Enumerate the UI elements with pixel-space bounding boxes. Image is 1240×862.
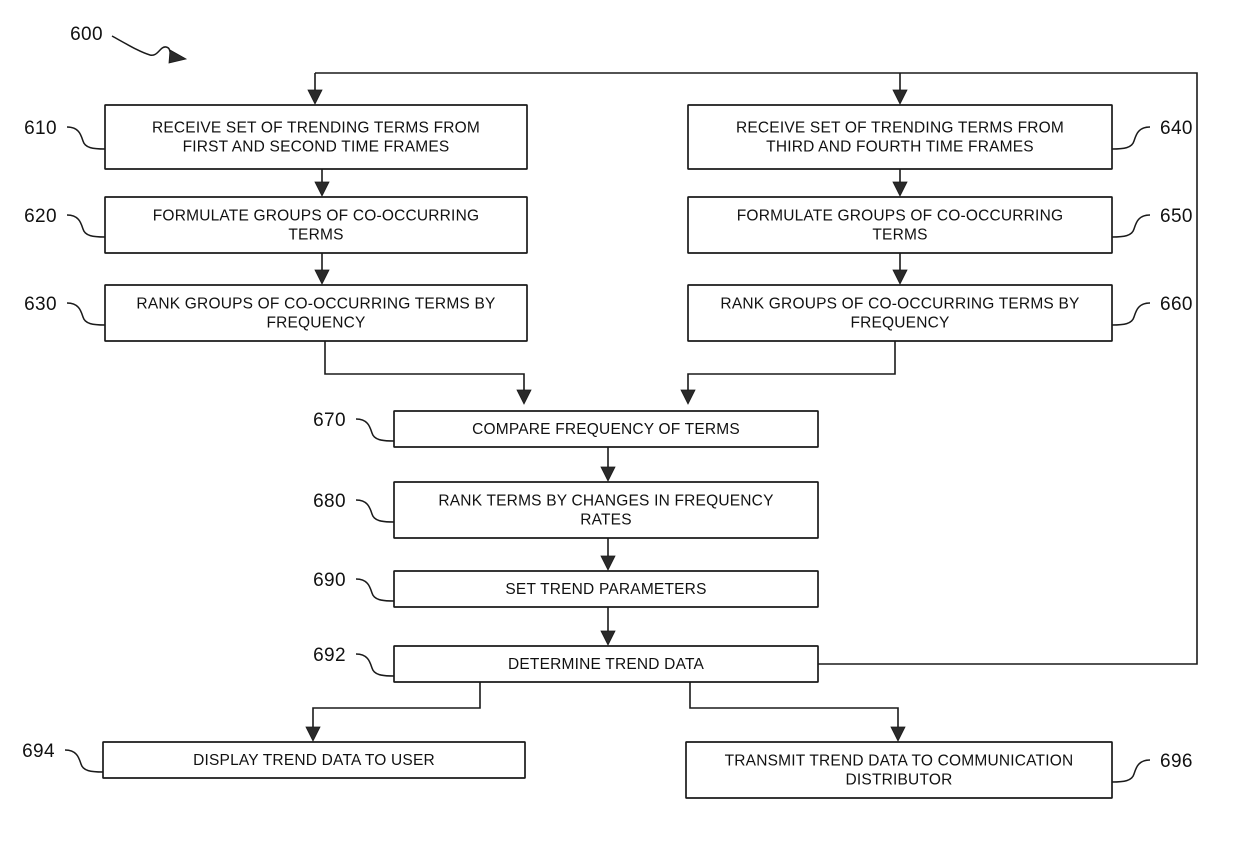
arrowhead-680-690 xyxy=(600,555,616,571)
process-box-696: TRANSMIT TREND DATA TO COMMUNICATION DIST… xyxy=(685,741,1193,799)
arrowhead-660-670 xyxy=(680,389,696,405)
arrowhead-630-670 xyxy=(516,389,532,405)
process-box-630: RANK GROUPS OF CO-OCCURRING TERMS BY FREQ… xyxy=(24,284,528,342)
arrowhead-690-692 xyxy=(600,630,616,646)
arrowhead-620-630 xyxy=(314,269,330,285)
reference-leader-692 xyxy=(355,653,395,677)
arrowhead-692-696 xyxy=(890,726,906,742)
reference-leader-696 xyxy=(1111,759,1151,783)
process-box-label-line: DISPLAY TREND DATA TO USER xyxy=(193,752,435,769)
reference-number-620: 620 xyxy=(24,206,57,227)
process-box-label-line: DETERMINE TREND DATA xyxy=(508,656,705,673)
process-box-label-694: DISPLAY TREND DATA TO USER xyxy=(193,752,435,769)
process-box-label-line: RECEIVE SET OF TRENDING TERMS FROM xyxy=(736,120,1064,137)
process-box-label-line: DISTRIBUTOR xyxy=(846,772,953,789)
connector-692-696 xyxy=(689,682,899,734)
process-box-rect-610 xyxy=(104,104,528,170)
reference-number-660: 660 xyxy=(1160,294,1193,315)
process-box-label-line: RECEIVE SET OF TRENDING TERMS FROM xyxy=(152,120,480,137)
arrowhead-650-660 xyxy=(892,269,908,285)
reference-number-610: 610 xyxy=(24,118,57,139)
reference-leader-630 xyxy=(66,302,106,326)
process-box-label-line: FORMULATE GROUPS OF CO-OCCURRING xyxy=(153,208,479,225)
reference-leader-670 xyxy=(355,418,395,442)
connector-660-670 xyxy=(687,341,896,397)
reference-leader-680 xyxy=(355,499,395,523)
process-box-label-line: TERMS xyxy=(872,227,927,244)
reference-number-696: 696 xyxy=(1160,751,1193,772)
figure-number-leader xyxy=(111,35,175,58)
process-box-label-line: RANK TERMS BY CHANGES IN FREQUENCY xyxy=(438,493,773,510)
process-box-640: RECEIVE SET OF TRENDING TERMS FROM THIRD … xyxy=(687,104,1193,170)
reference-leader-694 xyxy=(64,749,104,773)
process-box-label-line: FREQUENCY xyxy=(266,315,365,332)
reference-number-650: 650 xyxy=(1160,206,1193,227)
connector-692-694 xyxy=(312,682,481,734)
process-box-rect-630 xyxy=(104,284,528,342)
reference-number-692: 692 xyxy=(313,645,346,666)
process-box-680: RANK TERMS BY CHANGES IN FREQUENCY RATES 6… xyxy=(313,481,819,539)
reference-leader-660 xyxy=(1111,302,1151,326)
process-box-660: RANK GROUPS OF CO-OCCURRING TERMS BY FREQ… xyxy=(687,284,1193,342)
reference-number-680: 680 xyxy=(313,491,346,512)
process-box-rect-620 xyxy=(104,196,528,254)
reference-leader-610 xyxy=(66,126,106,150)
reference-leader-690 xyxy=(355,578,395,602)
process-box-label-line: FREQUENCY xyxy=(850,315,949,332)
process-box-610: RECEIVE SET OF TRENDING TERMS FROM FIRST … xyxy=(24,104,528,170)
process-box-label-692: DETERMINE TREND DATA xyxy=(508,656,705,673)
process-box-label-line: COMPARE FREQUENCY OF TERMS xyxy=(472,421,740,438)
arrowhead-610-620 xyxy=(314,181,330,197)
reference-leader-620 xyxy=(66,214,106,238)
process-box-rect-660 xyxy=(687,284,1113,342)
process-box-label-line: FIRST AND SECOND TIME FRAMES xyxy=(183,139,450,156)
process-box-rect-650 xyxy=(687,196,1113,254)
process-box-rect-680 xyxy=(393,481,819,539)
process-box-label-line: RATES xyxy=(580,512,632,529)
process-box-label-line: TERMS xyxy=(288,227,343,244)
reference-number-630: 630 xyxy=(24,294,57,315)
connector-layer xyxy=(305,72,1198,742)
arrowhead-692-694 xyxy=(305,726,321,742)
arrowhead-640-650 xyxy=(892,181,908,197)
process-box-label-line: TRANSMIT TREND DATA TO COMMUNICATION xyxy=(725,753,1074,770)
process-box-label-line: FORMULATE GROUPS OF CO-OCCURRING xyxy=(737,208,1063,225)
reference-number-670: 670 xyxy=(313,410,346,431)
process-box-label-line: RANK GROUPS OF CO-OCCURRING TERMS BY xyxy=(136,296,495,313)
process-box-label-line: SET TREND PARAMETERS xyxy=(505,581,706,598)
arrowhead-670-680 xyxy=(600,466,616,482)
process-box-label-line: THIRD AND FOURTH TIME FRAMES xyxy=(766,139,1034,156)
process-box-690: SET TREND PARAMETERS 690 xyxy=(313,570,819,608)
process-box-670: COMPARE FREQUENCY OF TERMS 670 xyxy=(313,410,819,448)
reference-leader-650 xyxy=(1111,214,1151,238)
reference-number-640: 640 xyxy=(1160,118,1193,139)
process-box-label-690: SET TREND PARAMETERS xyxy=(505,581,706,598)
process-box-694: DISPLAY TREND DATA TO USER 694 xyxy=(22,741,526,779)
reference-number-694: 694 xyxy=(22,741,55,762)
reference-number-690: 690 xyxy=(313,570,346,591)
figure-number-arrowhead xyxy=(168,49,188,64)
figure-number-callout: 600 xyxy=(70,24,188,64)
process-box-620: FORMULATE GROUPS OF CO-OCCURRING TERMS 620 xyxy=(24,196,528,254)
reference-leader-640 xyxy=(1111,126,1151,150)
arrowhead-feedback-640 xyxy=(892,89,908,105)
figure-number-label: 600 xyxy=(70,24,103,45)
process-box-label-line: RANK GROUPS OF CO-OCCURRING TERMS BY xyxy=(720,296,1079,313)
process-box-rect-696 xyxy=(685,741,1113,799)
process-box-692: DETERMINE TREND DATA 692 xyxy=(313,645,819,683)
connector-630-670 xyxy=(324,341,525,397)
patent-figure-600: 600 RECEIVE SET OF TRENDING TERMS FROM F… xyxy=(0,0,1240,862)
process-box-650: FORMULATE GROUPS OF CO-OCCURRING TERMS 650 xyxy=(687,196,1193,254)
flowchart-canvas: 600 RECEIVE SET OF TRENDING TERMS FROM F… xyxy=(22,24,1198,799)
process-box-label-670: COMPARE FREQUENCY OF TERMS xyxy=(472,421,740,438)
process-box-rect-640 xyxy=(687,104,1113,170)
arrowhead-feedback-610 xyxy=(307,89,323,105)
